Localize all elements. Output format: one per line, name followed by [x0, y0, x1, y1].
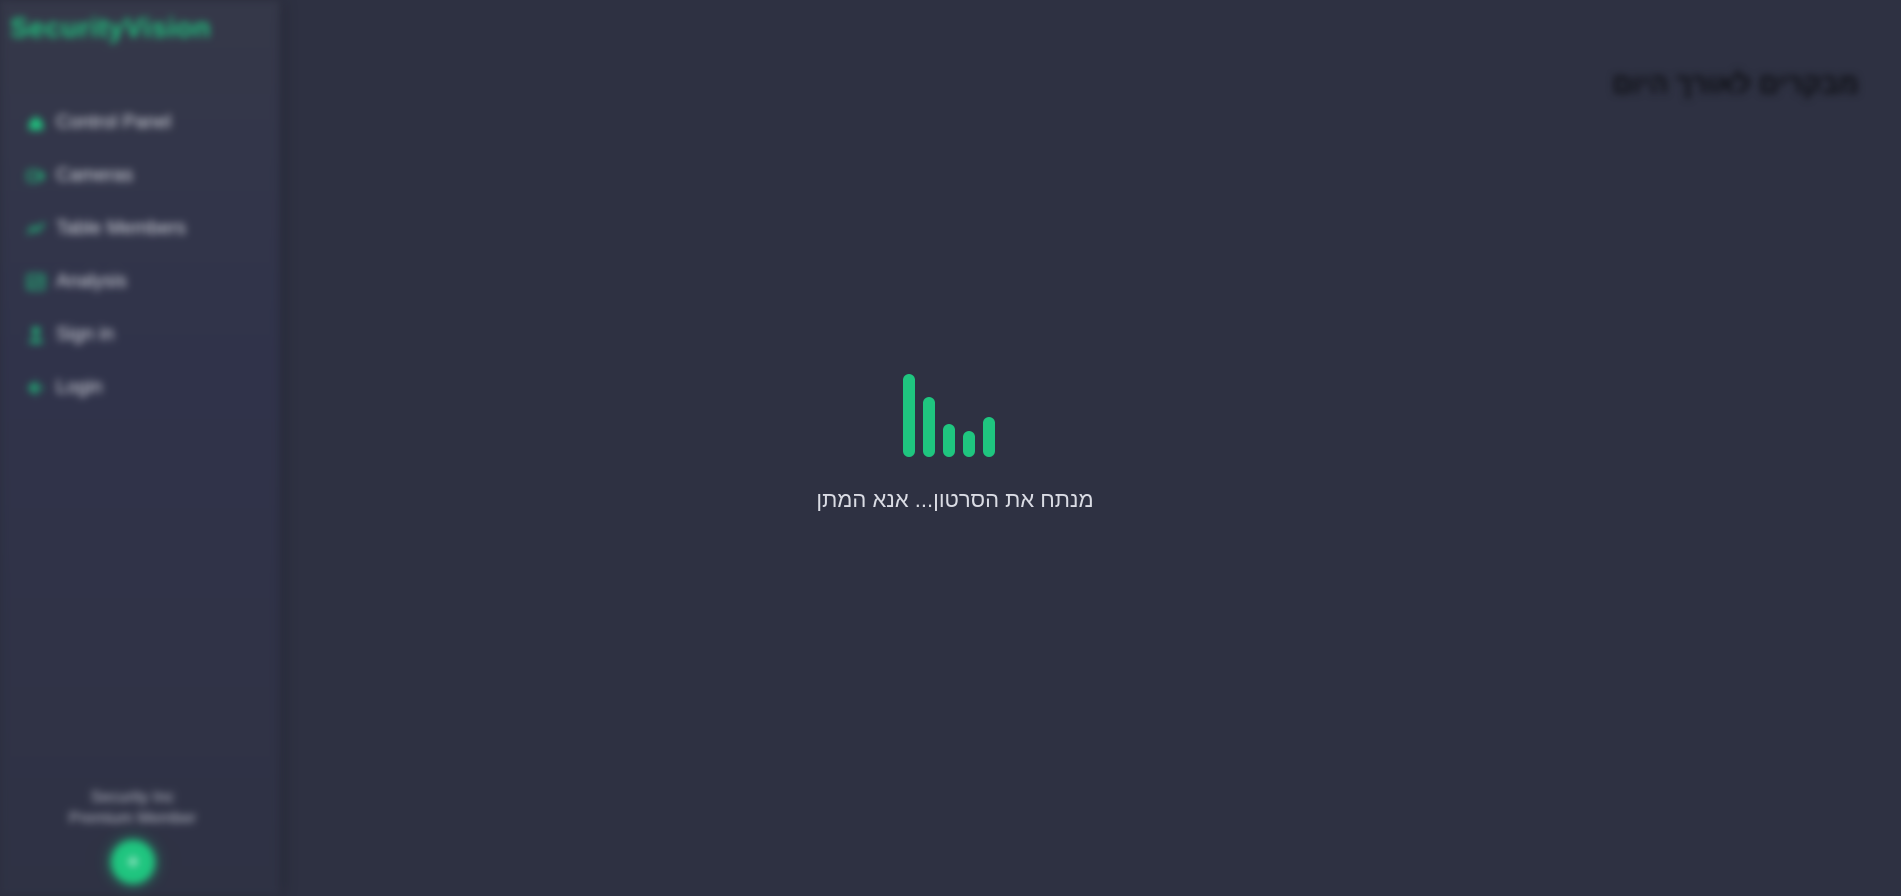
chart-icon — [26, 219, 46, 239]
login-icon — [26, 378, 46, 398]
loading-bars-icon — [903, 374, 1003, 457]
sidebar-item-table-members[interactable]: Table Members — [26, 202, 186, 255]
camera-icon — [26, 166, 46, 186]
loading-overlay: מנתח את הסרטון... אנא המתן — [280, 0, 1901, 896]
loading-bar — [923, 397, 935, 457]
company-name: Security Inc — [90, 789, 175, 806]
loading-bar — [963, 431, 975, 457]
home-icon — [26, 113, 46, 133]
add-button[interactable]: + — [111, 840, 155, 884]
sidebar-nav: Control Panel Cameras Table Members Anal… — [26, 96, 186, 414]
sidebar-item-login[interactable]: Login — [26, 361, 186, 414]
membership-label: Premium Member — [68, 810, 197, 827]
loading-bar — [983, 417, 995, 457]
brand-logo: SecurityVision — [10, 12, 212, 43]
loading-message: מנתח את הסרטון... אנא המתן — [816, 487, 1094, 512]
analysis-icon — [26, 272, 46, 292]
sidebar-item-label: Table Members — [56, 217, 186, 239]
sidebar-item-cameras[interactable]: Cameras — [26, 149, 186, 202]
sidebar-item-control-panel[interactable]: Control Panel — [26, 96, 186, 149]
sidebar-item-label: Sign in — [56, 323, 115, 345]
user-icon — [26, 325, 46, 345]
loading-bar — [943, 424, 955, 457]
sidebar-item-sign-in[interactable]: Sign in — [26, 308, 186, 361]
sidebar-item-label: Control Panel — [56, 111, 172, 133]
account-info: Security Inc Premium Member — [0, 787, 265, 829]
sidebar: SecurityVision Control Panel Cameras Tab… — [0, 0, 280, 896]
sidebar-item-analysis[interactable]: Analysis — [26, 255, 186, 308]
sidebar-item-label: Analysis — [56, 270, 127, 292]
sidebar-item-label: Login — [56, 376, 103, 398]
sidebar-item-label: Cameras — [56, 164, 134, 186]
app-window: SecurityVision Control Panel Cameras Tab… — [0, 0, 1901, 896]
loading-bar — [903, 374, 915, 457]
